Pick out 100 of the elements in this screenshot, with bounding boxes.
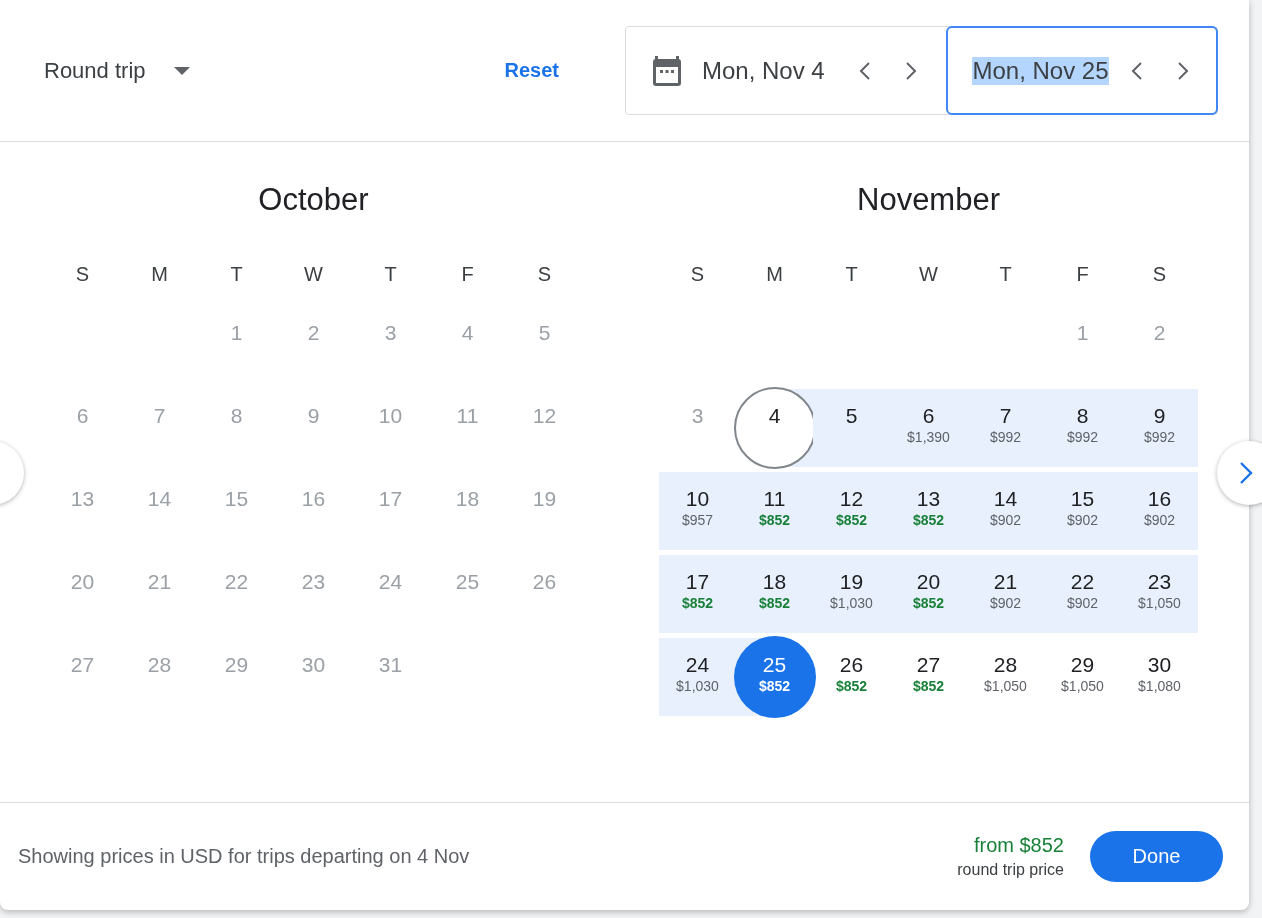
day-number: 16: [301, 486, 326, 512]
day-cell[interactable]: 27 $852: [890, 638, 967, 716]
day-cell[interactable]: 5: [813, 389, 890, 467]
day-number: 23: [301, 569, 326, 595]
day-cell[interactable]: 21 $902: [967, 555, 1044, 633]
date-field[interactable]: Mon, Nov 4: [626, 27, 947, 114]
day-cell[interactable]: 3: [659, 389, 736, 467]
day-cell[interactable]: 14 $902: [967, 472, 1044, 550]
day-number: 12: [839, 486, 864, 512]
day-cell[interactable]: 11 $852: [736, 472, 813, 550]
month-title: October: [257, 182, 370, 218]
chevron-left-icon[interactable]: [858, 60, 871, 81]
weekday-label: S: [689, 262, 706, 286]
day-cell[interactable]: 4: [429, 306, 506, 384]
day-cell[interactable]: 25 $852: [736, 638, 813, 716]
day-cell[interactable]: 20: [44, 555, 121, 633]
day-number: 18: [455, 486, 480, 512]
day-cell[interactable]: 14: [121, 472, 198, 550]
day-number: 1: [1076, 320, 1089, 346]
day-cell[interactable]: 17: [352, 472, 429, 550]
day-number: 18: [762, 569, 787, 595]
reset-button[interactable]: Reset: [500, 53, 563, 88]
day-cell[interactable]: 21: [121, 555, 198, 633]
day-cell[interactable]: 25: [429, 555, 506, 633]
day-number: 10: [378, 403, 403, 429]
day-number: 15: [1070, 486, 1095, 512]
done-button[interactable]: Done: [1090, 831, 1223, 882]
day-cell[interactable]: 30 $1,080: [1121, 638, 1198, 716]
day-cell[interactable]: 15 $902: [1044, 472, 1121, 550]
day-cell[interactable]: 15: [198, 472, 275, 550]
day-cell[interactable]: 8: [198, 389, 275, 467]
day-cell[interactable]: 23 $1,050: [1121, 555, 1198, 633]
day-number: 21: [147, 569, 172, 595]
weekday-label: F: [460, 262, 475, 286]
day-cell[interactable]: 6: [44, 389, 121, 467]
chevron-right-icon[interactable]: [1176, 60, 1189, 81]
weekday-label: M: [765, 262, 784, 286]
day-cell[interactable]: 22 $902: [1044, 555, 1121, 633]
day-cell[interactable]: 28 $1,050: [967, 638, 1044, 716]
day-cell[interactable]: 2: [275, 306, 352, 384]
day-cell[interactable]: 11: [429, 389, 506, 467]
day-cell[interactable]: 24: [352, 555, 429, 633]
day-number: 16: [1147, 486, 1172, 512]
day-cell[interactable]: 30: [275, 638, 352, 716]
day-cell[interactable]: 8 $992: [1044, 389, 1121, 467]
day-cell[interactable]: 3: [352, 306, 429, 384]
day-cell[interactable]: 29: [198, 638, 275, 716]
day-cell[interactable]: 24 $1,030: [659, 638, 736, 716]
day-cell[interactable]: 13: [44, 472, 121, 550]
day-price: $852: [912, 678, 945, 694]
day-cell[interactable]: 1: [198, 306, 275, 384]
day-price: $1,030: [830, 595, 873, 611]
day-price: $992: [1143, 429, 1176, 445]
day-cell[interactable]: 7 $992: [967, 389, 1044, 467]
day-cell[interactable]: 29 $1,050: [1044, 638, 1121, 716]
day-cell[interactable]: 6 $1,390: [890, 389, 967, 467]
date-field[interactable]: Mon, Nov 25: [946, 26, 1218, 115]
day-number: 2: [1153, 320, 1166, 346]
day-cell[interactable]: 2: [1121, 306, 1198, 384]
day-cell[interactable]: 12 $852: [813, 472, 890, 550]
day-number: 30: [301, 652, 326, 678]
day-cell[interactable]: 13 $852: [890, 472, 967, 550]
day-cell[interactable]: 26 $852: [813, 638, 890, 716]
chevron-right-icon[interactable]: [904, 60, 917, 81]
day-number: 28: [993, 652, 1018, 678]
day-cell[interactable]: 27: [44, 638, 121, 716]
day-cell[interactable]: 31: [352, 638, 429, 716]
day-cell[interactable]: 19: [506, 472, 583, 550]
day-number: 5: [538, 320, 551, 346]
day-cell[interactable]: 18 $852: [736, 555, 813, 633]
day-cell[interactable]: 7: [121, 389, 198, 467]
day-number: 26: [839, 652, 864, 678]
day-cell[interactable]: 9: [275, 389, 352, 467]
day-cell[interactable]: 10: [352, 389, 429, 467]
day-cell[interactable]: 20 $852: [890, 555, 967, 633]
day-cell[interactable]: 5: [506, 306, 583, 384]
day-cell[interactable]: 19 $1,030: [813, 555, 890, 633]
day-cell[interactable]: 1: [1044, 306, 1121, 384]
chevron-left-icon[interactable]: [1130, 60, 1143, 81]
date-value: Mon, Nov 4: [702, 56, 825, 85]
day-cell[interactable]: 23: [275, 555, 352, 633]
day-cell[interactable]: 17 $852: [659, 555, 736, 633]
day-cell[interactable]: 9 $992: [1121, 389, 1198, 467]
day-price: $902: [1143, 512, 1176, 528]
day-price: $902: [1066, 512, 1099, 528]
day-number: 25: [455, 569, 480, 595]
day-cell[interactable]: 18: [429, 472, 506, 550]
day-cell[interactable]: 22: [198, 555, 275, 633]
trip-type-dropdown[interactable]: Round trip: [44, 57, 190, 84]
day-cell[interactable]: 16 $902: [1121, 472, 1198, 550]
day-cell[interactable]: 16: [275, 472, 352, 550]
weekday-label: T: [229, 262, 244, 286]
weekday-label: M: [150, 262, 169, 286]
day-price: $852: [835, 678, 868, 694]
day-cell[interactable]: 28: [121, 638, 198, 716]
day-cell[interactable]: 4: [736, 389, 813, 467]
day-cell[interactable]: 10 $957: [659, 472, 736, 550]
day-cell[interactable]: 26: [506, 555, 583, 633]
day-cell[interactable]: 12: [506, 389, 583, 467]
day-number: 11: [456, 403, 479, 429]
